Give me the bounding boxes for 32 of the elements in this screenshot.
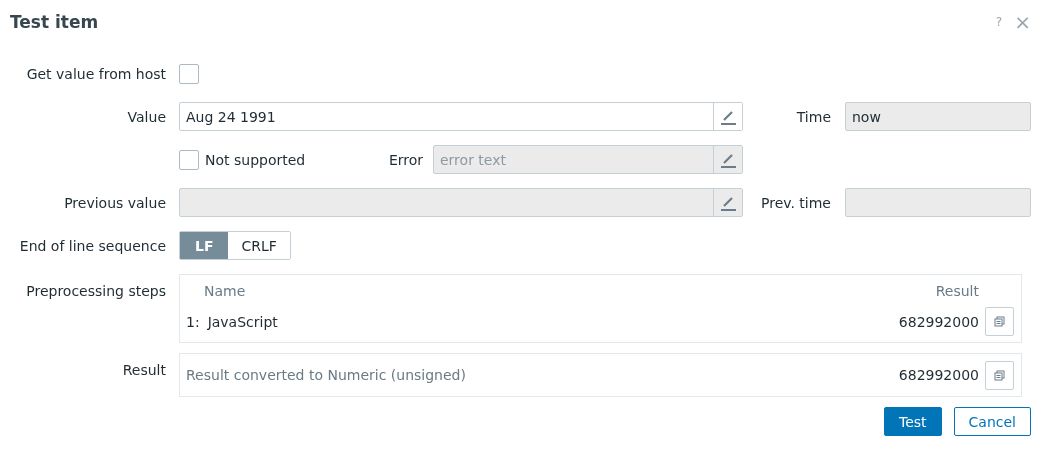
- field-label: Preprocessing steps: [25, 282, 166, 299]
- value-field[interactable]: Aug 24 1991: [179, 102, 743, 131]
- help-button[interactable]: ?: [991, 2, 1007, 42]
- column-header: Name: [204, 283, 246, 301]
- step-result: 682992000: [898, 313, 979, 330]
- field-label: Previous value: [63, 194, 166, 211]
- step-number: 1:: [186, 313, 200, 330]
- close-button[interactable]: ×: [1010, 2, 1035, 42]
- field-label: Time: [795, 108, 831, 125]
- checkbox-label: Not supported: [205, 151, 306, 168]
- step-name: JavaScript: [207, 313, 279, 330]
- copy-button[interactable]: [985, 307, 1014, 336]
- checkbox[interactable]: [179, 149, 199, 170]
- copy-icon: [994, 369, 1005, 381]
- field-label: Result: [121, 361, 166, 378]
- field-label: Value: [126, 108, 166, 125]
- segment-option[interactable]: LF: [180, 232, 229, 259]
- column-header: Result: [935, 283, 979, 301]
- checkbox[interactable]: [179, 64, 199, 84]
- copy-button[interactable]: [985, 360, 1014, 390]
- time-field: now: [845, 102, 1031, 131]
- dialog-title: Test item: [10, 12, 99, 34]
- field-label: End of line sequence: [18, 237, 166, 254]
- result-value: 682992000: [898, 367, 979, 383]
- result-note: Result converted to Numeric (unsigned): [186, 367, 467, 383]
- copy-icon: [994, 316, 1005, 327]
- test-button[interactable]: Test: [884, 407, 942, 436]
- edit-button[interactable]: [713, 103, 742, 130]
- field-label: Get value from host: [25, 66, 166, 82]
- field-label: Error: [387, 151, 423, 168]
- cancel-button[interactable]: Cancel: [953, 407, 1031, 436]
- field-label: Prev. time: [760, 194, 831, 211]
